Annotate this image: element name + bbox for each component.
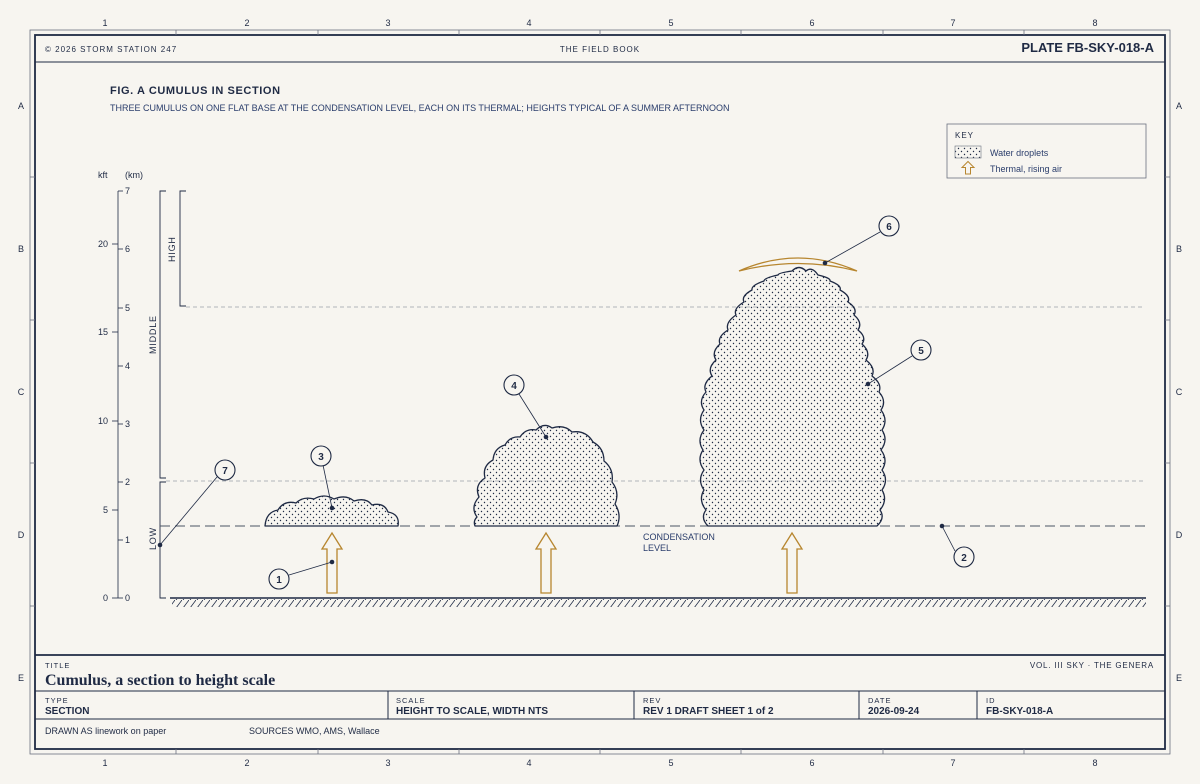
key-title: KEY xyxy=(955,131,974,140)
grid-col-top-6: 6 xyxy=(809,18,814,28)
drawing-sheet: 1 2 3 4 5 6 7 8 1 2 3 4 5 6 7 8 A B C D … xyxy=(18,18,1183,768)
date-label: DATE xyxy=(868,696,891,705)
callout-7-number: 7 xyxy=(222,466,228,477)
km-tick-7: 7 xyxy=(125,186,130,196)
grid-col-bottom-8: 8 xyxy=(1092,758,1097,768)
grid-col-bottom-2: 2 xyxy=(244,758,249,768)
volume-note: VOL. III SKY · THE GENERA xyxy=(1030,661,1154,670)
height-scale xyxy=(112,190,123,599)
band-low: LOW xyxy=(148,527,158,550)
grid-row-right-c: C xyxy=(1176,387,1183,397)
km-tick-0: 0 xyxy=(125,593,130,603)
grid-col-bottom-6: 6 xyxy=(809,758,814,768)
outer-frame xyxy=(29,29,1171,755)
cumulus-mediocris xyxy=(473,424,620,527)
grid-col-bottom-4: 4 xyxy=(526,758,531,768)
figure-title: FIG. A CUMULUS IN SECTION xyxy=(110,85,281,97)
thermal-arrow-3 xyxy=(780,531,804,594)
axis-unit-km: (km) xyxy=(125,170,143,180)
type-value: SECTION xyxy=(45,706,89,717)
thermal-arrows xyxy=(320,531,804,594)
callout-1-number: 1 xyxy=(276,575,282,586)
scale-value: HEIGHT TO SCALE, WIDTH NTS xyxy=(396,706,548,717)
inner-frame xyxy=(34,34,1166,750)
copyright: © 2026 STORM STATION 247 xyxy=(45,45,177,54)
grid-col-top-5: 5 xyxy=(668,18,673,28)
km-tick-2: 2 xyxy=(125,477,130,487)
band-middle: MIDDLE xyxy=(148,315,158,354)
grid-col-bottom-7: 7 xyxy=(950,758,955,768)
thermal-arrow-2 xyxy=(534,531,558,594)
type-label: TYPE xyxy=(45,696,69,705)
grid-row-right-e: E xyxy=(1176,673,1182,683)
grid-row-left-b: B xyxy=(18,244,24,254)
drawn-note: DRAWN AS linework on paper xyxy=(45,726,166,736)
grid-col-top-2: 2 xyxy=(244,18,249,28)
callout-6-number: 6 xyxy=(886,222,892,233)
band-high: HIGH xyxy=(167,236,177,262)
km-tick-4: 4 xyxy=(125,361,130,371)
scale-label: SCALE xyxy=(396,696,426,705)
callout-5-number: 5 xyxy=(918,346,924,357)
km-tick-6: 6 xyxy=(125,244,130,254)
date-value: 2026-09-24 xyxy=(868,706,920,717)
grid-col-top-1: 1 xyxy=(102,18,107,28)
id-value: FB-SKY-018-A xyxy=(986,706,1053,717)
grid-col-top-7: 7 xyxy=(950,18,955,28)
grid-col-bottom-5: 5 xyxy=(668,758,673,768)
key-item-droplets: Water droplets xyxy=(990,148,1049,158)
grid-row-right-b: B xyxy=(1176,244,1182,254)
km-tick-5: 5 xyxy=(125,303,130,313)
grid-ticks xyxy=(30,30,1170,754)
book-name: THE FIELD BOOK xyxy=(560,45,640,54)
grid-col-top-8: 8 xyxy=(1092,18,1097,28)
ground-hatch xyxy=(172,599,1146,607)
km-tick-3: 3 xyxy=(125,419,130,429)
kft-tick-5: 5 xyxy=(103,505,108,515)
key-box: KEY Water droplets Thermal, rising air xyxy=(946,123,1147,179)
grid-col-top-4: 4 xyxy=(526,18,531,28)
condensation-label-line1: CONDENSATION xyxy=(643,532,715,542)
droplet-swatch xyxy=(954,145,982,159)
axis-unit-kft: kft xyxy=(98,170,108,180)
kft-tick-10: 10 xyxy=(98,416,108,426)
grid-row-left-c: C xyxy=(18,387,25,397)
grid-col-top-3: 3 xyxy=(385,18,390,28)
rev-label: REV xyxy=(643,696,661,705)
thermal-swatch-icon xyxy=(960,160,976,175)
id-label: ID xyxy=(986,696,996,705)
plate-number: PLATE FB-SKY-018-A xyxy=(1021,40,1154,55)
kft-tick-0: 0 xyxy=(103,593,108,603)
grid-col-bottom-3: 3 xyxy=(385,758,390,768)
grid-row-left-a: A xyxy=(18,101,24,111)
rev-value: REV 1 DRAFT SHEET 1 of 2 xyxy=(643,706,774,717)
title-label: TITLE xyxy=(45,661,70,670)
grid-row-right-a: A xyxy=(1176,101,1182,111)
callout-2-number: 2 xyxy=(961,553,967,564)
sheet-title: Cumulus, a section to height scale xyxy=(45,672,275,689)
kft-tick-15: 15 xyxy=(98,327,108,337)
callout-3-number: 3 xyxy=(318,452,324,463)
callout-4-number: 4 xyxy=(511,381,517,392)
cumulus-congestus xyxy=(699,266,887,527)
cumulus-humilis xyxy=(264,495,399,527)
sources-note: SOURCES WMO, AMS, Wallace xyxy=(249,726,380,736)
figure-subtitle: THREE CUMULUS ON ONE FLAT BASE AT THE CO… xyxy=(110,103,729,113)
kft-tick-20: 20 xyxy=(98,239,108,249)
grid-row-left-e: E xyxy=(18,673,24,683)
grid-col-bottom-1: 1 xyxy=(102,758,107,768)
grid-row-left-d: D xyxy=(18,530,25,540)
km-tick-1: 1 xyxy=(125,535,130,545)
key-item-thermal: Thermal, rising air xyxy=(990,164,1062,174)
condensation-label-line2: LEVEL xyxy=(643,543,671,553)
grid-row-right-d: D xyxy=(1176,530,1183,540)
